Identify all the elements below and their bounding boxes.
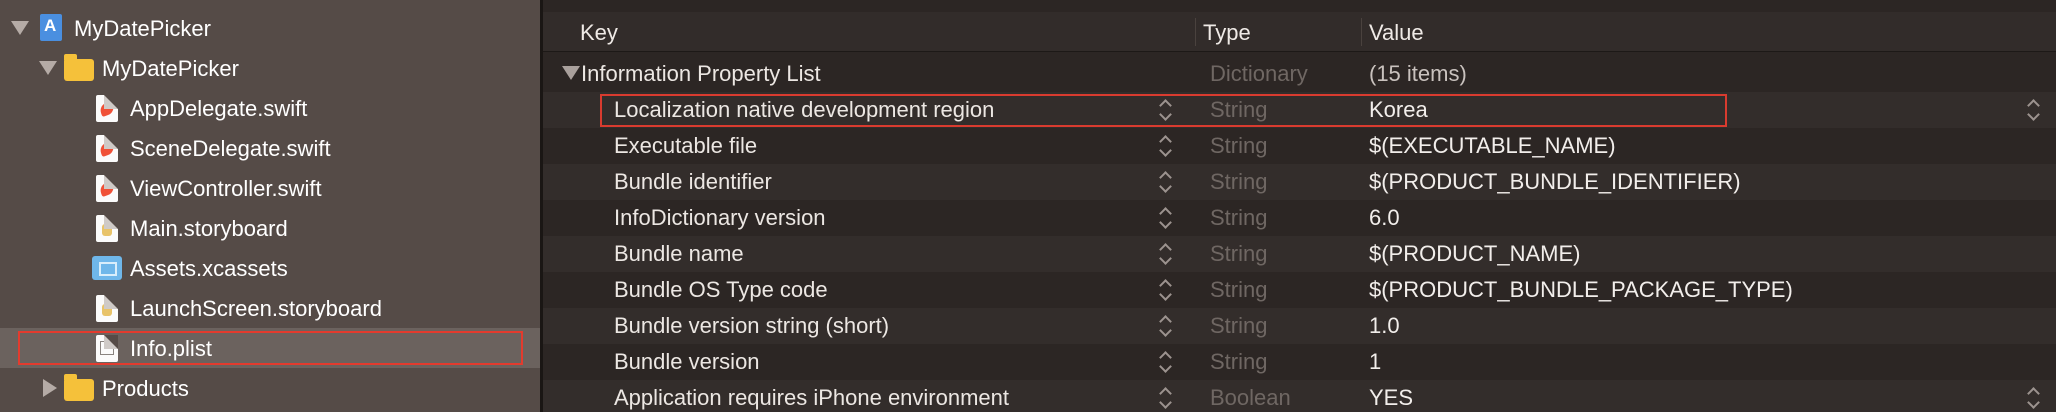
- key-stepper-icon[interactable]: [1159, 206, 1173, 230]
- value-popup-stepper-icon[interactable]: [2027, 98, 2041, 122]
- swift-file-icon: [96, 175, 118, 202]
- plist-key[interactable]: Bundle OS Type code: [614, 277, 828, 303]
- swift-file-icon: [96, 135, 118, 162]
- nav-item-appdelegate[interactable]: AppDelegate.swift: [0, 88, 540, 128]
- column-header-key[interactable]: Key: [580, 20, 618, 46]
- nav-item-label: MyDatePicker: [102, 56, 239, 81]
- storyboard-file-icon: [96, 295, 118, 322]
- column-divider[interactable]: [1195, 18, 1196, 46]
- folder-icon: [64, 374, 94, 401]
- nav-item-group-mydatepicker[interactable]: MyDatePicker: [0, 48, 540, 88]
- nav-item-label: Assets.xcassets: [130, 256, 288, 281]
- storyboard-file-icon: [96, 215, 118, 242]
- plist-key[interactable]: Bundle version: [614, 349, 760, 375]
- plist-key[interactable]: Bundle identifier: [614, 169, 772, 195]
- plist-value[interactable]: $(EXECUTABLE_NAME): [1369, 133, 1616, 159]
- asset-catalog-icon: [92, 256, 122, 280]
- nav-item-project[interactable]: MyDatePicker: [0, 8, 540, 48]
- value-popup-stepper-icon[interactable]: [2027, 386, 2041, 410]
- plist-value[interactable]: 1: [1369, 349, 1381, 375]
- plist-key[interactable]: InfoDictionary version: [614, 205, 826, 231]
- key-stepper-icon[interactable]: [1159, 314, 1173, 338]
- plist-type[interactable]: String: [1210, 349, 1267, 375]
- plist-key[interactable]: Executable file: [614, 133, 757, 159]
- plist-row[interactable]: Bundle identifier String $(PRODUCT_BUNDL…: [543, 164, 2056, 200]
- swift-file-icon: [96, 95, 118, 122]
- edited-row-highlight-outline: [600, 94, 1727, 127]
- plist-type[interactable]: String: [1210, 277, 1267, 303]
- plist-type[interactable]: String: [1210, 133, 1267, 159]
- column-header: Key Type Value: [543, 12, 2056, 52]
- xcode-project-icon: [40, 14, 62, 41]
- nav-item-label: SceneDelegate.swift: [130, 136, 331, 161]
- root-value: (15 items): [1369, 61, 1467, 86]
- disclosure-expanded-icon[interactable]: [10, 18, 30, 38]
- key-stepper-icon[interactable]: [1159, 134, 1173, 158]
- nav-item-label: ViewController.swift: [130, 176, 322, 201]
- column-header-type[interactable]: Type: [1203, 20, 1251, 46]
- plist-type[interactable]: String: [1210, 205, 1267, 231]
- nav-item-main-storyboard[interactable]: Main.storyboard: [0, 208, 540, 248]
- plist-key[interactable]: Bundle version string (short): [614, 313, 889, 339]
- plist-row[interactable]: InfoDictionary version String 6.0: [543, 200, 2056, 236]
- plist-row[interactable]: Application requires iPhone environment …: [543, 380, 2056, 412]
- nav-item-products[interactable]: Products: [0, 368, 540, 408]
- nav-item-launchscreen[interactable]: LaunchScreen.storyboard: [0, 288, 540, 328]
- nav-item-scenedelegate[interactable]: SceneDelegate.swift: [0, 128, 540, 168]
- root-type: Dictionary: [1210, 61, 1308, 86]
- plist-root-row[interactable]: Information Property List Dictionary (15…: [543, 56, 2056, 92]
- selection-highlight-outline: [18, 331, 523, 365]
- nav-item-label: Main.storyboard: [130, 216, 288, 241]
- plist-value[interactable]: $(PRODUCT_NAME): [1369, 241, 1580, 267]
- plist-key[interactable]: Bundle name: [614, 241, 744, 267]
- plist-value[interactable]: $(PRODUCT_BUNDLE_PACKAGE_TYPE): [1369, 277, 1793, 303]
- plist-value[interactable]: 6.0: [1369, 205, 1400, 231]
- project-navigator: MyDatePicker MyDatePicker AppDelegate.sw…: [0, 0, 540, 412]
- plist-key[interactable]: Application requires iPhone environment: [614, 385, 1009, 411]
- plist-row[interactable]: Bundle OS Type code String $(PRODUCT_BUN…: [543, 272, 2056, 308]
- nav-item-label: MyDatePicker: [74, 16, 211, 41]
- plist-row[interactable]: Bundle version string (short) String 1.0: [543, 308, 2056, 344]
- disclosure-expanded-icon[interactable]: [562, 66, 580, 80]
- plist-row[interactable]: Bundle version String 1: [543, 344, 2056, 380]
- plist-value[interactable]: YES: [1369, 385, 1413, 411]
- plist-value[interactable]: $(PRODUCT_BUNDLE_IDENTIFIER): [1369, 169, 1741, 195]
- folder-icon: [64, 54, 94, 81]
- plist-type[interactable]: String: [1210, 169, 1267, 195]
- nav-item-label: AppDelegate.swift: [130, 96, 308, 121]
- plist-row[interactable]: Bundle name String $(PRODUCT_NAME): [543, 236, 2056, 272]
- nav-item-label: Products: [102, 376, 189, 401]
- plist-type[interactable]: Boolean: [1210, 385, 1291, 411]
- key-stepper-icon[interactable]: [1159, 242, 1173, 266]
- plist-type[interactable]: String: [1210, 241, 1267, 267]
- nav-item-label: LaunchScreen.storyboard: [130, 296, 382, 321]
- key-stepper-icon[interactable]: [1159, 386, 1173, 410]
- nav-item-assets[interactable]: Assets.xcassets: [0, 248, 540, 288]
- disclosure-collapsed-icon[interactable]: [40, 378, 60, 398]
- nav-item-viewcontroller[interactable]: ViewController.swift: [0, 168, 540, 208]
- plist-type[interactable]: String: [1210, 313, 1267, 339]
- plist-value[interactable]: 1.0: [1369, 313, 1400, 339]
- column-header-value[interactable]: Value: [1369, 20, 1424, 46]
- column-divider[interactable]: [1361, 18, 1362, 46]
- key-stepper-icon[interactable]: [1159, 350, 1173, 374]
- root-key: Information Property List: [581, 61, 821, 86]
- plist-editor: Key Type Value Information Property List…: [543, 0, 2056, 412]
- key-stepper-icon[interactable]: [1159, 170, 1173, 194]
- disclosure-expanded-icon[interactable]: [38, 58, 58, 78]
- plist-row[interactable]: Executable file String $(EXECUTABLE_NAME…: [543, 128, 2056, 164]
- key-stepper-icon[interactable]: [1159, 278, 1173, 302]
